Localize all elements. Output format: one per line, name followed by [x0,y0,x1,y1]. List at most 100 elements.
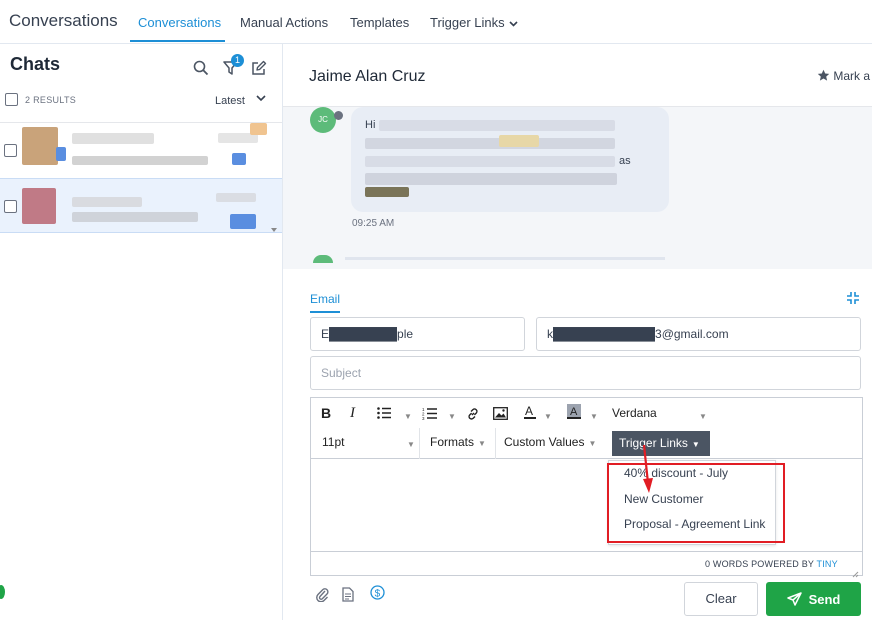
message-time: 09:25 AM [352,218,395,229]
formats-dropdown[interactable]: Formats ▼ [430,435,486,449]
search-icon[interactable] [191,58,211,78]
message-greeting: Hi [365,119,376,131]
from-value: E████████ple [321,327,414,341]
chevron-down-icon[interactable]: ▼ [400,408,412,422]
chat-row-checkbox[interactable] [4,200,17,213]
font-family-select[interactable]: Verdana [612,406,657,420]
conversation-panel: Jaime Alan Cruz Mark a JC Hi as 09:25 AM… [283,44,872,620]
clear-button[interactable]: Clear [684,582,758,616]
send-icon [786,592,802,606]
payment-icon[interactable]: $ [370,585,385,605]
annotation-arrow [641,443,655,504]
avatar [22,127,58,165]
font-size-select[interactable]: 11pt [322,435,344,449]
trigger-links-dropdown[interactable]: Trigger Links ▼ [612,431,710,456]
chat-row-checkbox[interactable] [4,144,17,157]
top-navigation: Conversations Conversations Manual Actio… [0,0,872,44]
editor-toolbar-row-1: B I ▼ 123 ▼ A ▼ A ▼ Verdana ▼ [311,398,862,428]
subject-field[interactable]: Subject [310,356,861,390]
toolbar-divider [419,428,420,459]
annotation-highlight-box [607,463,785,543]
chevron-down-icon[interactable]: ▼ [540,408,552,422]
chats-title: Chats [10,54,61,74]
tab-manual-actions[interactable]: Manual Actions [240,15,328,30]
attachment-icon[interactable] [316,587,329,607]
chevron-down-icon[interactable] [256,93,266,105]
chat-preview-placeholder [72,156,208,165]
chat-list-item-selected[interactable] [0,178,282,233]
link-icon[interactable] [466,407,480,424]
word-count: 0 WORDS POWERED BY TINY [705,559,838,569]
mark-button[interactable]: Mark a [817,69,870,83]
emoji-row [365,187,409,197]
chevron-down-icon[interactable]: ▼ [695,408,707,422]
collapse-icon[interactable] [846,291,860,310]
unread-indicator [230,214,256,229]
font-family-value: Verdana [612,406,657,420]
font-size-value: 11pt [322,435,345,449]
unread-indicator [232,153,246,165]
chat-list-panel: Chats 1 2 RESULTS Latest [0,44,283,620]
send-button[interactable]: Send [766,582,861,616]
editor-toolbar-row-2: 11pt ▼ Formats ▼ Custom Values ▼ [311,428,862,459]
tab-conversations[interactable]: Conversations [138,15,221,30]
tab-trigger-links[interactable]: Trigger Links [430,15,518,30]
tab-templates[interactable]: Templates [350,15,409,30]
chat-list-item[interactable] [0,122,282,177]
avatar: JC [310,107,336,133]
bullet-list-icon[interactable] [377,407,391,422]
select-all-checkbox[interactable] [5,93,18,106]
next-message-stub [313,255,333,263]
chat-tag-placeholder [250,123,267,135]
toolbar-divider [495,428,496,459]
formats-label: Formats [430,435,475,449]
to-field[interactable]: k████████████3@gmail.com [536,317,861,351]
numbered-list-icon[interactable]: 123 [422,407,437,423]
tab-email[interactable]: Email [310,292,340,306]
avatar [22,188,56,224]
channel-icon [334,111,343,120]
chevron-down-icon[interactable]: ▼ [586,408,598,422]
italic-button[interactable]: I [350,405,355,422]
chevron-down-icon[interactable]: ▼ [444,408,456,422]
to-value: k████████████3@gmail.com [547,327,729,341]
rich-text-editor[interactable]: B I ▼ 123 ▼ A ▼ A ▼ Verdana ▼ 11pt ▼ For… [310,397,863,578]
email-composer: Email E████████ple k████████████3@gmail.… [283,269,872,620]
custom-values-label: Custom Values [504,435,585,449]
svg-text:$: $ [375,588,381,599]
image-icon[interactable] [493,407,508,423]
chat-time-placeholder [216,193,256,202]
svg-text:3: 3 [422,416,425,420]
text-color-icon[interactable]: A [523,404,537,423]
mark-label: Mark a [833,69,871,83]
chevron-down-icon[interactable]: ▼ [403,436,415,450]
word-count-label: 0 WORDS POWERED BY [705,559,814,569]
svg-text:A: A [525,404,533,418]
svg-text:A: A [570,406,578,418]
compose-icon[interactable] [249,58,269,78]
chat-name-placeholder [72,197,142,207]
tiny-link[interactable]: TINY [817,559,838,569]
active-tab-indicator [130,40,225,42]
document-icon[interactable] [342,587,354,607]
results-count: 2 RESULTS [25,95,77,105]
from-field[interactable]: E████████ple [310,317,525,351]
sort-dropdown[interactable]: Latest [215,95,245,107]
star-icon [817,69,830,81]
chat-list-scrollbar[interactable] [270,124,278,234]
redacted-text [499,135,539,147]
editor-status-bar: 0 WORDS POWERED BY TINY [311,551,862,578]
subject-placeholder: Subject [321,366,362,380]
background-color-icon[interactable]: A [566,404,582,423]
filter-count-badge: 1 [231,54,244,67]
message-bubble: Hi as [351,107,669,212]
avatar-badge [56,147,66,161]
message-thread: JC Hi as 09:25 AM [283,106,872,269]
custom-values-dropdown[interactable]: Custom Values ▼ [504,435,596,449]
app-title: Conversations [9,11,118,30]
tab-trigger-links-label: Trigger Links [430,15,505,30]
redacted-fragment: as [619,155,631,167]
resize-handle-icon[interactable] [852,565,859,583]
bold-button[interactable]: B [321,405,331,421]
redacted-text [365,156,615,167]
